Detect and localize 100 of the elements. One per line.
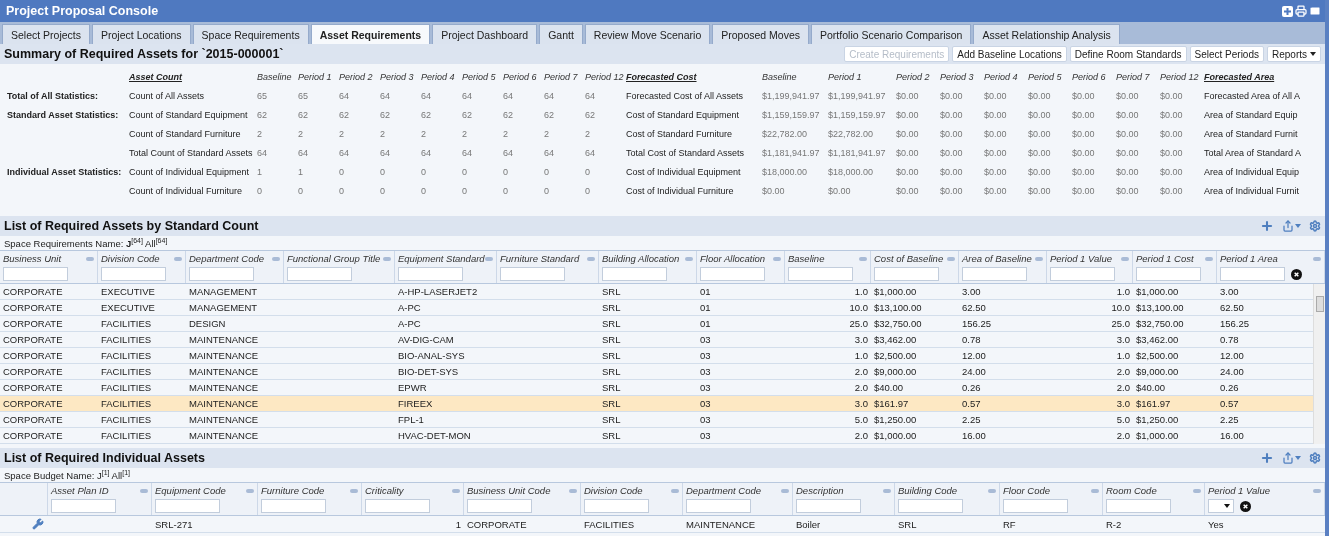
- tab[interactable]: Asset Requirements: [310, 24, 431, 44]
- filter-dropdown[interactable]: [1208, 499, 1234, 513]
- minus-icon[interactable]: [1313, 256, 1321, 261]
- minus-icon[interactable]: [671, 488, 679, 493]
- minus-icon[interactable]: [988, 488, 996, 493]
- tab[interactable]: Space Requirements: [192, 24, 309, 44]
- column-header[interactable]: Floor Allocation: [700, 253, 766, 264]
- minus-icon[interactable]: [569, 488, 577, 493]
- column-header[interactable]: Business Unit: [3, 253, 62, 264]
- minus-icon[interactable]: [1193, 488, 1201, 493]
- filter-field[interactable]: [3, 267, 68, 281]
- filter-field[interactable]: [686, 499, 751, 513]
- toolbar-button[interactable]: Add Baseline Locations: [952, 46, 1067, 62]
- export-icon[interactable]: [1282, 220, 1301, 232]
- filter-field[interactable]: [500, 267, 565, 281]
- minus-icon[interactable]: [174, 256, 182, 261]
- filter-field[interactable]: [101, 267, 166, 281]
- minus-icon[interactable]: [1091, 488, 1099, 493]
- column-header[interactable]: Equipment Code: [155, 485, 226, 496]
- scrollbar[interactable]: [1313, 284, 1325, 444]
- filter-field[interactable]: [155, 499, 220, 513]
- column-header[interactable]: Division Code: [584, 485, 643, 496]
- column-header[interactable]: Asset Plan ID: [51, 485, 109, 496]
- column-header[interactable]: Floor Code: [1003, 485, 1050, 496]
- add-icon[interactable]: [1260, 451, 1274, 465]
- filter-field[interactable]: [398, 267, 463, 281]
- column-header[interactable]: Building Code: [898, 485, 958, 496]
- minus-icon[interactable]: [383, 256, 391, 261]
- filter-field[interactable]: [1050, 267, 1115, 281]
- filter-field[interactable]: [874, 267, 939, 281]
- column-header[interactable]: Department Code: [686, 485, 761, 496]
- tab[interactable]: Review Move Scenario: [584, 24, 711, 44]
- minus-icon[interactable]: [485, 256, 493, 261]
- filter-field[interactable]: [287, 267, 352, 281]
- filter-field[interactable]: [796, 499, 861, 513]
- column-header[interactable]: Room Code: [1106, 485, 1157, 496]
- filter-field[interactable]: [700, 267, 765, 281]
- filter-field[interactable]: [602, 267, 667, 281]
- column-header[interactable]: Description: [796, 485, 844, 496]
- filter-field[interactable]: [1106, 499, 1171, 513]
- toolbar-button[interactable]: Select Periods: [1189, 46, 1264, 62]
- minus-icon[interactable]: [587, 256, 595, 261]
- minus-icon[interactable]: [773, 256, 781, 261]
- filter-field[interactable]: [261, 499, 326, 513]
- column-header[interactable]: Period 1 Value: [1208, 485, 1270, 496]
- column-header[interactable]: Business Unit Code: [467, 485, 551, 496]
- filter-field[interactable]: [365, 499, 430, 513]
- minus-icon[interactable]: [859, 256, 867, 261]
- minus-icon[interactable]: [272, 256, 280, 261]
- column-header[interactable]: Criticality: [365, 485, 404, 496]
- tab[interactable]: Portfolio Scenario Comparison: [811, 24, 972, 44]
- column-header[interactable]: Furniture Standard: [500, 253, 580, 264]
- export-icon[interactable]: [1282, 452, 1301, 464]
- filter-field[interactable]: [584, 499, 649, 513]
- column-header[interactable]: Baseline: [788, 253, 825, 264]
- tab[interactable]: Gantt: [539, 24, 583, 44]
- filter-field[interactable]: [962, 267, 1027, 281]
- wrench-icon[interactable]: [32, 518, 44, 530]
- minus-icon[interactable]: [86, 256, 94, 261]
- filter-field[interactable]: [51, 499, 116, 513]
- minus-icon[interactable]: [1035, 256, 1043, 261]
- minus-icon[interactable]: [947, 256, 955, 261]
- minus-icon[interactable]: [140, 488, 148, 493]
- column-header[interactable]: Equipment Standard: [398, 253, 485, 264]
- minus-icon[interactable]: [1313, 488, 1321, 493]
- tab[interactable]: Proposed Moves: [712, 24, 810, 44]
- tab[interactable]: Select Projects: [2, 24, 91, 44]
- minus-icon[interactable]: [1205, 256, 1213, 261]
- minus-icon[interactable]: [883, 488, 891, 493]
- column-header[interactable]: Department Code: [189, 253, 264, 264]
- column-header[interactable]: Cost of Baseline: [874, 253, 944, 264]
- filter-field[interactable]: [788, 267, 853, 281]
- filter-field[interactable]: [1220, 267, 1285, 281]
- minus-icon[interactable]: [452, 488, 460, 493]
- clear-filter-icon[interactable]: [1291, 268, 1302, 280]
- minus-icon[interactable]: [1121, 256, 1129, 261]
- table-row[interactable]: SRL-271 1 CORPORATE FACILITIES MAINTENANCE Boiler SRL RF R-2 Yes: [0, 516, 1325, 533]
- add-icon[interactable]: [1282, 5, 1293, 17]
- column-header[interactable]: Furniture Code: [261, 485, 325, 496]
- column-header[interactable]: Period 1 Cost: [1136, 253, 1194, 264]
- toolbar-button[interactable]: Define Room Standards: [1069, 46, 1187, 62]
- toolbar-button[interactable]: Reports: [1267, 46, 1321, 62]
- column-header[interactable]: Functional Group Title: [287, 253, 381, 264]
- minus-icon[interactable]: [246, 488, 254, 493]
- tab[interactable]: Asset Relationship Analysis: [973, 24, 1120, 44]
- table-row[interactable]: CORPORATE FACILITIES MAINTENANCE FIREEX SRL 03 3.0 $161.97 0.57 3.0 $161.97 0.57: [0, 396, 1313, 412]
- minus-icon[interactable]: [350, 488, 358, 493]
- settings-icon[interactable]: [1309, 220, 1321, 232]
- tab[interactable]: Project Locations: [92, 24, 191, 44]
- filter-field[interactable]: [467, 499, 532, 513]
- filter-field[interactable]: [1003, 499, 1068, 513]
- add-icon[interactable]: [1260, 219, 1274, 233]
- filter-field[interactable]: [898, 499, 963, 513]
- column-header[interactable]: Period 1 Area: [1220, 253, 1278, 264]
- settings-icon[interactable]: [1309, 452, 1321, 464]
- mail-icon[interactable]: [1309, 5, 1321, 17]
- minus-icon[interactable]: [781, 488, 789, 493]
- column-header[interactable]: Division Code: [101, 253, 160, 264]
- column-header[interactable]: Area of Baseline: [962, 253, 1032, 264]
- clear-filter-icon[interactable]: [1240, 500, 1251, 512]
